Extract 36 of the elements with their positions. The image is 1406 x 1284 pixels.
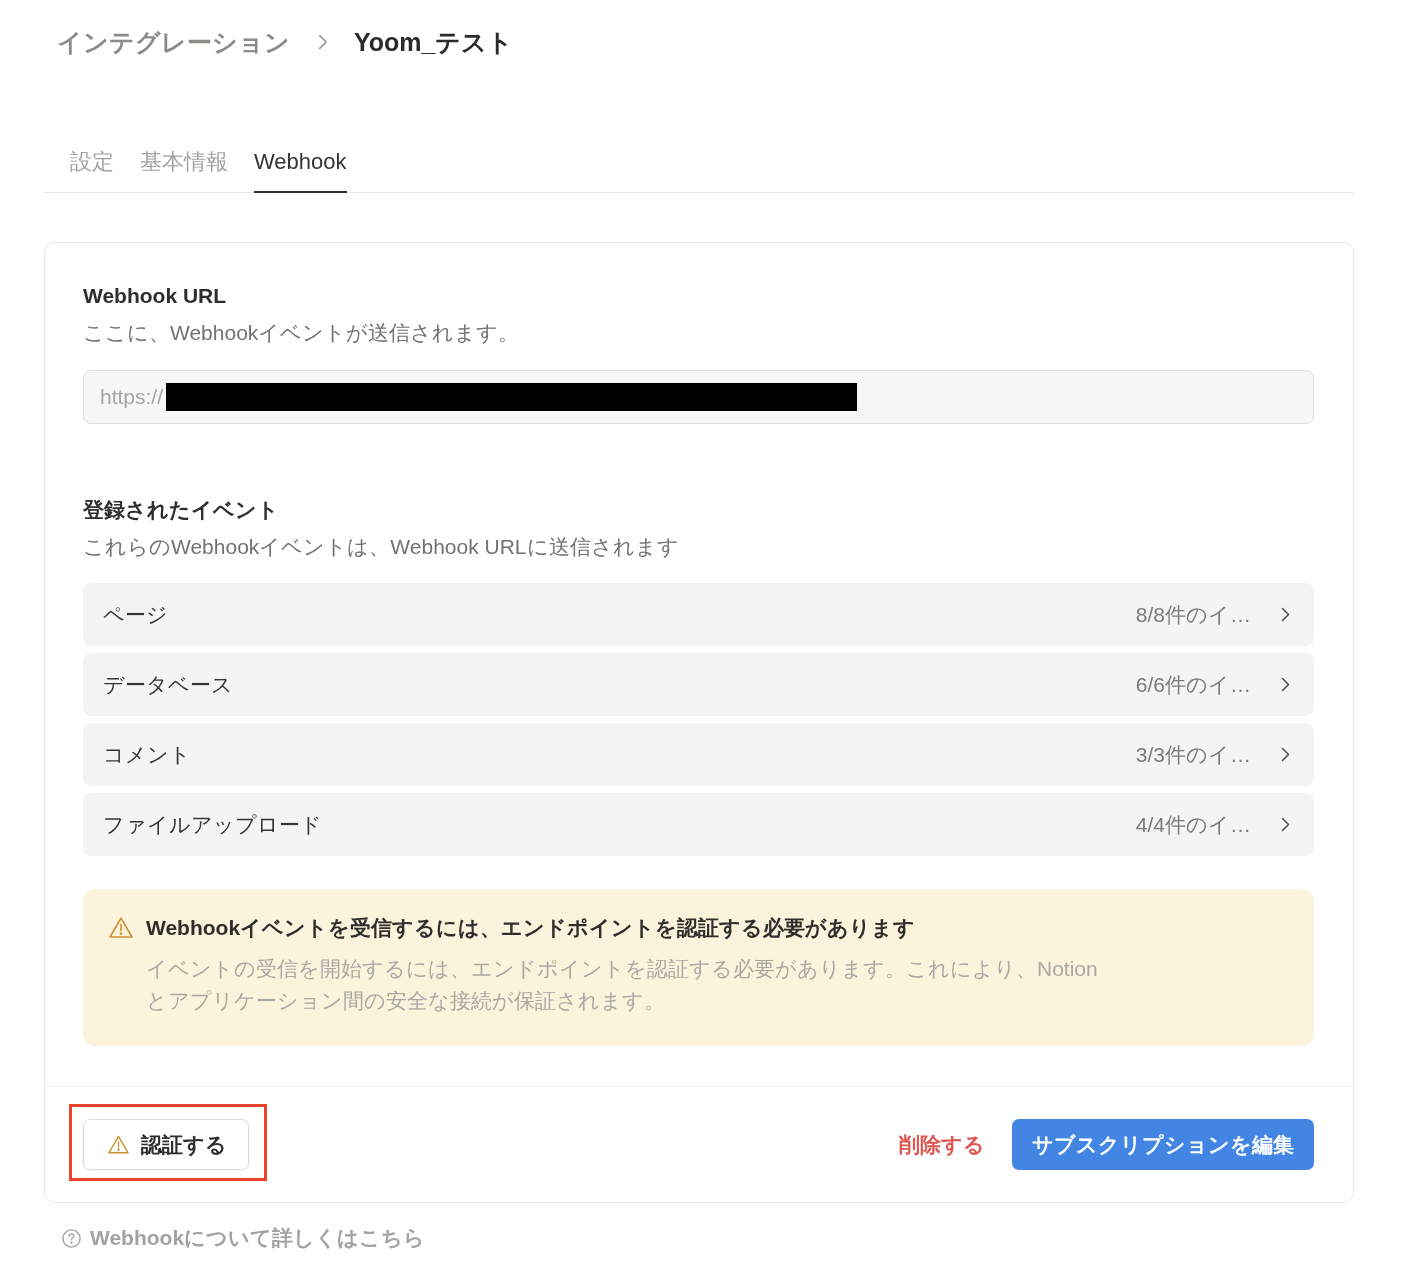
event-count: 6/6件のイ… (1135, 671, 1251, 698)
help-link[interactable]: Webhookについて詳しくはこちら (90, 1223, 426, 1253)
warning-text: イベントの受信を開始するには、エンドポイントを認証する必要があります。これにより、Notionとアプリケーション間の安全な接続が保証されます。 (146, 956, 1099, 1014)
tab[interactable]: 設定 (70, 149, 114, 193)
delete-button[interactable]: 削除する (899, 1130, 985, 1159)
event-row[interactable]: コメント 3/3件のイ… (83, 723, 1314, 786)
tab[interactable]: Webhook (254, 149, 347, 193)
breadcrumb-current: Yoom_テスト (354, 27, 514, 58)
event-row[interactable]: ファイルアップロード 4/4件のイ… (83, 793, 1314, 856)
chevron-right-icon (318, 34, 328, 50)
event-name: ページ (103, 601, 169, 628)
breadcrumb-link[interactable]: インテグレーション (57, 22, 290, 62)
event-row[interactable]: ページ 8/8件のイ… (83, 583, 1314, 646)
warning-icon (108, 1135, 129, 1154)
warning-title: Webhookイベントを受信するには、エンドポイントを認証する必要があります (146, 915, 917, 942)
section-description: これらのWebhookイベントは、Webhook URLに送信されます (83, 534, 680, 560)
event-count: 4/4件のイ… (1135, 811, 1251, 838)
event-name: コメント (103, 741, 192, 768)
event-count: 8/8件のイ… (1135, 601, 1251, 628)
chevron-right-icon (1281, 817, 1290, 832)
tab[interactable]: 基本情報 (140, 149, 228, 193)
event-row[interactable]: データベース 6/6件のイ… (83, 653, 1314, 716)
event-name: ファイルアップロード (103, 811, 323, 838)
chevron-right-icon (1281, 677, 1290, 692)
warning-icon (109, 917, 133, 938)
section-title: 登録されたイベント (83, 497, 280, 523)
verify-button[interactable]: 認証する (83, 1119, 249, 1170)
chevron-right-icon (1281, 607, 1290, 622)
url-field[interactable]: https:// (83, 370, 1314, 424)
section-title: Webhook URL (83, 283, 228, 309)
event-count: 3/3件のイ… (1135, 741, 1251, 768)
section-description: ここに、Webhookイベントが送信されます。 (83, 320, 521, 346)
chevron-right-icon (1281, 747, 1290, 762)
event-name: データベース (103, 671, 234, 698)
edit-subscription-button[interactable]: サブスクリプションを編集 (1012, 1119, 1314, 1170)
help-icon (62, 1228, 81, 1248)
